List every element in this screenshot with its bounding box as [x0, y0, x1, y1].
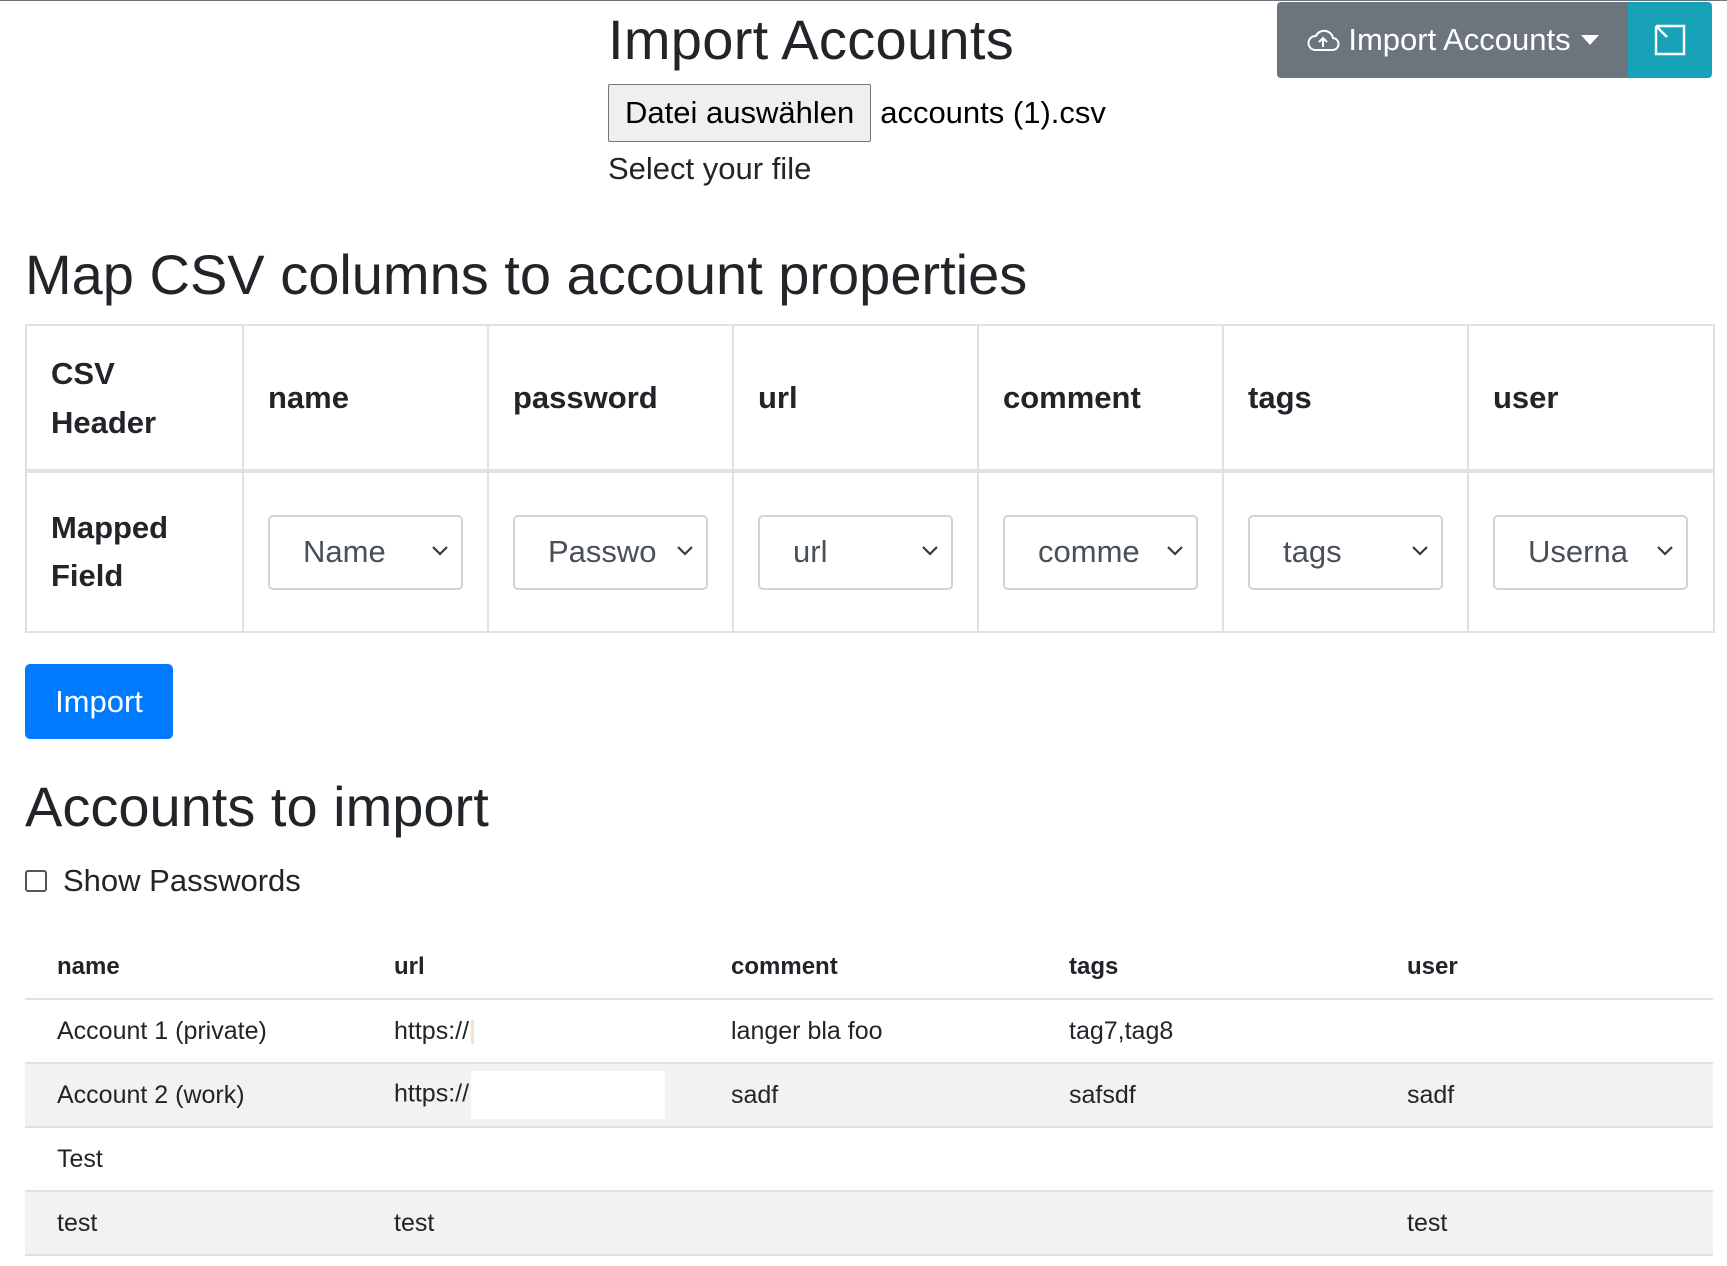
mapped-field-select[interactable]: url	[758, 514, 953, 590]
column-header: name	[25, 936, 362, 1000]
mapped-field-select[interactable]: comme	[1003, 514, 1198, 590]
file-help-text: Select your file	[608, 151, 812, 186]
expand-icon	[1654, 24, 1686, 56]
cell-name: Account 2 (work)	[25, 1063, 362, 1128]
mapped-field-cell: Userna	[1467, 470, 1715, 633]
cell-comment: langer bla foo	[699, 999, 1037, 1064]
row-header-csv: CSV Header	[25, 324, 244, 473]
mapped-field-cell: Name	[242, 470, 489, 633]
show-passwords-label: Show Passwords	[63, 863, 301, 898]
cell-tags	[1037, 1127, 1375, 1192]
mapped-field-cell: tags	[1222, 470, 1469, 633]
cell-tags	[1037, 1191, 1375, 1256]
csv-header-cell: name	[242, 324, 489, 473]
redacted-mark	[471, 1071, 666, 1119]
mapping-title: Map CSV columns to account properties	[25, 243, 1028, 306]
import-button[interactable]: Import	[25, 664, 173, 739]
column-header: user	[1375, 936, 1713, 1000]
expand-button[interactable]	[1628, 2, 1712, 78]
chevron-down-icon	[432, 545, 448, 556]
cell-url: test	[362, 1191, 699, 1256]
file-input-group: Datei auswählen accounts (1).csv	[608, 84, 1106, 142]
mapped-field-select[interactable]: Name	[268, 514, 463, 590]
csv-header-cell: url	[732, 324, 979, 473]
accounts-table: name url comment tags user Account 1 (pr…	[25, 936, 1713, 1256]
import-accounts-dropdown-label: Import Accounts	[1348, 22, 1571, 57]
mapped-field-cell: url	[732, 470, 979, 633]
table-row: Test	[25, 1127, 1713, 1192]
cell-name: Account 1 (private)	[25, 999, 362, 1064]
show-passwords-toggle[interactable]: Show Passwords	[25, 863, 301, 899]
table-row: Account 1 (private) https:// langer bla …	[25, 999, 1713, 1064]
accounts-title: Accounts to import	[25, 775, 489, 838]
cell-user: sadf	[1375, 1063, 1713, 1128]
cell-user	[1375, 1127, 1713, 1192]
table-row: test test test	[25, 1191, 1713, 1256]
cell-comment: sadf	[699, 1063, 1037, 1128]
column-header: url	[362, 936, 699, 1000]
mapped-field-select[interactable]: Userna	[1493, 514, 1688, 590]
column-header: tags	[1037, 936, 1375, 1000]
cell-url: https://	[362, 999, 699, 1064]
mapped-field-cell: comme	[977, 470, 1224, 633]
cell-name: test	[25, 1191, 362, 1256]
row-header-mapped: Mapped Field	[25, 470, 244, 633]
caret-down-icon	[1580, 35, 1599, 45]
csv-header-cell: comment	[977, 324, 1224, 473]
mapped-field-select[interactable]: tags	[1248, 514, 1443, 590]
redacted-mark	[471, 1019, 475, 1044]
mapping-table: CSV Header name password url comment tag…	[25, 324, 1715, 633]
mapped-field-select[interactable]: Passwo	[513, 514, 708, 590]
cloud-upload-icon	[1307, 29, 1340, 51]
cell-url	[362, 1127, 699, 1192]
csv-header-cell: tags	[1222, 324, 1469, 473]
cell-name: Test	[25, 1127, 362, 1192]
csv-header-cell: user	[1467, 324, 1715, 473]
page-title: Import Accounts	[608, 8, 1015, 71]
cell-tags: safsdf	[1037, 1063, 1375, 1128]
cell-comment	[699, 1191, 1037, 1256]
chevron-down-icon	[1657, 545, 1673, 556]
chevron-down-icon	[922, 545, 938, 556]
cell-tags: tag7,tag8	[1037, 999, 1375, 1064]
cell-user	[1375, 999, 1713, 1064]
table-row: Account 2 (work) https:// sadf safsdf sa…	[25, 1063, 1713, 1128]
import-accounts-dropdown[interactable]: Import Accounts	[1277, 2, 1628, 78]
mapped-field-cell: Passwo	[487, 470, 734, 633]
cell-url: https://	[362, 1063, 699, 1128]
cell-user: test	[1375, 1191, 1713, 1256]
choose-file-button[interactable]: Datei auswählen	[608, 84, 872, 142]
chevron-down-icon	[1167, 545, 1183, 556]
chevron-down-icon	[677, 545, 693, 556]
column-header: comment	[699, 936, 1037, 1000]
chevron-down-icon	[1412, 545, 1428, 556]
cell-comment	[699, 1127, 1037, 1192]
csv-header-cell: password	[487, 324, 734, 473]
show-passwords-checkbox[interactable]	[25, 870, 47, 892]
selected-file-name: accounts (1).csv	[880, 95, 1106, 130]
